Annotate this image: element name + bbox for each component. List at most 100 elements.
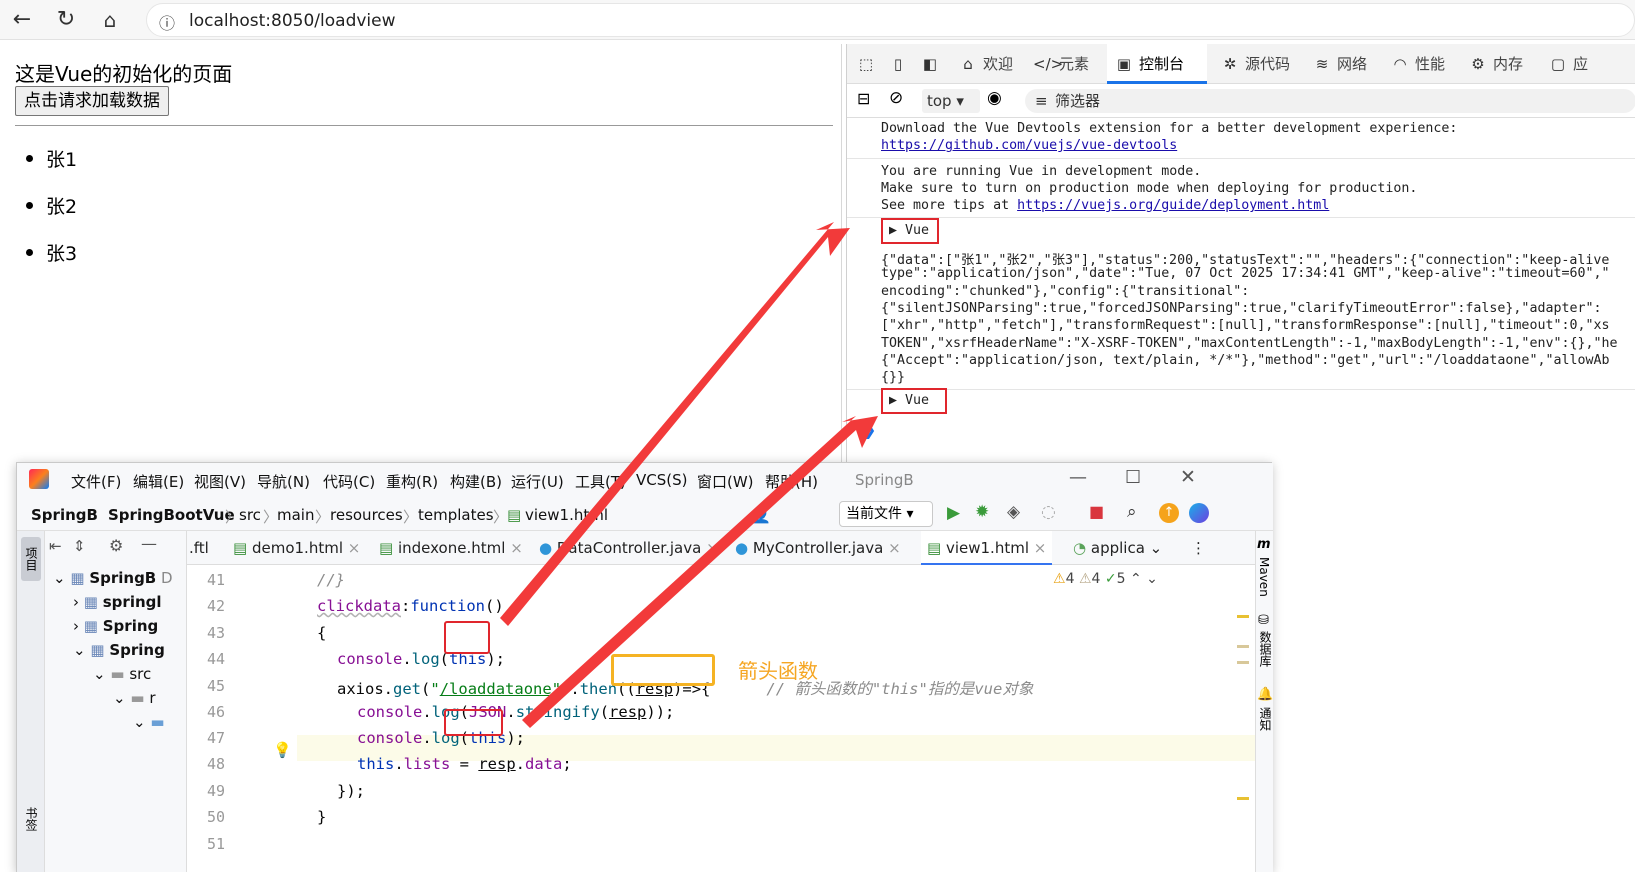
code-editor[interactable]: //} clickdata:function() { console.log(t… <box>297 565 1255 872</box>
eye-icon[interactable]: ◉ <box>987 88 1002 108</box>
tree-item[interactable]: ⌄ ▬ <box>133 713 165 731</box>
sidebar-icon[interactable]: ⊟ <box>857 89 870 108</box>
clear-icon[interactable]: ⊘ <box>889 88 903 108</box>
editor-tab[interactable]: ◔ applica ⌄ <box>1073 539 1162 557</box>
menu-code[interactable]: 代码(C) <box>323 471 375 492</box>
menu-view[interactable]: 视图(V) <box>194 471 246 492</box>
tab-application[interactable]: ▢ 应 <box>1547 44 1588 84</box>
chevron-down-icon[interactable]: ⌄ <box>1150 539 1163 557</box>
tree-item[interactable]: ⌄ ▬ r <box>113 689 155 707</box>
menu-run[interactable]: 运行(U) <box>511 471 564 492</box>
console-link[interactable]: https://vuejs.org/guide/deployment.html <box>1017 198 1329 213</box>
console-object-vue[interactable]: ▶ Vue <box>881 388 947 414</box>
account-icon[interactable]: 👤 <box>751 505 771 524</box>
home-icon[interactable]: ⌂ <box>96 6 124 34</box>
close-tab-icon[interactable]: × <box>1034 539 1047 557</box>
menu-build[interactable]: 构建(B) <box>450 471 502 492</box>
inspect-icon[interactable]: ⬚ <box>855 44 881 84</box>
editor-tab[interactable]: ▤ demo1.html × <box>233 539 360 557</box>
console-object-vue[interactable]: ▶ Vue <box>881 218 939 244</box>
menu-edit[interactable]: 编辑(E) <box>133 471 184 492</box>
console-prompt-icon[interactable]: ❯ <box>863 420 876 439</box>
editor-tab-active[interactable]: ▤ view1.html × <box>921 531 1053 565</box>
editor-tab[interactable]: ● DataController.java × <box>539 539 719 557</box>
tree-item[interactable]: ⌄ ▦ SpringB D <box>53 569 173 587</box>
lightbulb-icon[interactable]: 💡 <box>273 741 292 759</box>
breadcrumb-item[interactable]: templates <box>418 506 494 524</box>
close-tab-icon[interactable]: × <box>510 539 523 557</box>
close-tab-icon[interactable]: × <box>706 539 719 557</box>
menu-window[interactable]: 窗口(W) <box>697 471 754 492</box>
maven-tool-button[interactable]: Maven <box>1257 557 1271 597</box>
line-number: 45 <box>206 677 225 695</box>
collapse-all-icon[interactable]: ⇤ <box>49 537 62 555</box>
tab-performance[interactable]: ◠ 性能 <box>1389 44 1445 84</box>
tree-item[interactable]: › ▦ springl <box>73 593 162 611</box>
profile-icon[interactable]: ◌ <box>1041 502 1056 522</box>
run-icon[interactable]: ▶ <box>947 503 960 523</box>
breadcrumb-item[interactable]: resources <box>330 506 403 524</box>
sidebar-toggle-icon[interactable]: ◧ <box>919 44 945 84</box>
code-line: } <box>317 808 327 826</box>
menu-navigate[interactable]: 导航(N) <box>257 471 310 492</box>
console-link[interactable]: https://github.com/vuejs/vue-devtools <box>881 138 1177 153</box>
context-select[interactable]: top ▾ <box>922 89 980 113</box>
notifications-tool-button[interactable]: 通知 <box>1257 707 1274 731</box>
address-bar[interactable]: ⓘ localhost:8050/loadview <box>146 3 1635 37</box>
editor-tab[interactable]: ▤ indexone.html × <box>379 539 523 557</box>
menu-vcs[interactable]: VCS(S) <box>636 471 687 489</box>
stop-icon[interactable]: ■ <box>1089 502 1104 521</box>
hide-icon[interactable]: — <box>141 534 157 553</box>
maven-icon[interactable]: m <box>1257 537 1271 552</box>
minimize-icon[interactable]: — <box>1069 467 1087 488</box>
breadcrumb-item[interactable]: view1.html <box>525 506 608 524</box>
bell-icon[interactable]: 🔔 <box>1257 687 1273 702</box>
tree-item[interactable]: › ▦ Spring <box>73 617 158 635</box>
breadcrumb-item[interactable]: SpringBootVue <box>108 506 235 524</box>
editor-tab[interactable]: .ftl <box>189 539 209 557</box>
url-text[interactable]: localhost:8050/loadview <box>189 11 396 31</box>
update-icon[interactable]: ↑ <box>1159 503 1179 523</box>
tab-welcome[interactable]: ⌂ 欢迎 <box>957 44 1013 84</box>
info-icon[interactable]: ⓘ <box>159 10 175 34</box>
inspection-widget[interactable]: ⚠4 ⚠4 ✓5 ⌃ ⌄ <box>1053 571 1158 587</box>
menu-refactor[interactable]: 重构(R) <box>386 471 438 492</box>
close-tab-icon[interactable]: × <box>888 539 901 557</box>
close-icon[interactable]: ✕ <box>1180 466 1196 488</box>
back-arrow-icon[interactable]: ← <box>8 6 36 34</box>
assistant-icon[interactable] <box>1189 503 1209 523</box>
breadcrumb: SpringB SpringBootVue 〉 src 〉 main 〉 res… <box>17 497 1273 531</box>
load-data-button[interactable]: 点击请求加载数据 <box>15 86 169 116</box>
breadcrumb-item[interactable]: src <box>239 506 261 524</box>
search-icon[interactable]: ⌕ <box>1127 502 1137 522</box>
coverage-icon[interactable]: ◈ <box>1007 502 1020 522</box>
tab-console[interactable]: ▣ 控制台 <box>1107 44 1207 84</box>
more-icon[interactable]: ⋮ <box>1191 539 1206 557</box>
editor-tab[interactable]: ● MyController.java × <box>735 539 901 557</box>
menu-tools[interactable]: 工具(T) <box>575 471 626 492</box>
console-separator <box>847 217 1635 218</box>
database-icon[interactable]: ⛁ <box>1258 613 1269 628</box>
filter-input[interactable]: ≡ 筛选器 <box>1025 89 1635 113</box>
menu-help[interactable]: 帮助(H) <box>765 471 818 492</box>
debug-icon[interactable]: ✹ <box>975 502 989 522</box>
project-tool-button[interactable]: 项目 <box>21 537 41 581</box>
gear-icon[interactable]: ⚙ <box>109 536 123 555</box>
expand-icon[interactable]: ⇕ <box>73 537 86 555</box>
breadcrumb-item[interactable]: main <box>277 506 314 524</box>
tab-sources[interactable]: ✲ 源代码 <box>1219 44 1290 84</box>
reload-icon[interactable]: ↻ <box>52 6 80 34</box>
device-toggle-icon[interactable]: ▯ <box>887 44 913 84</box>
bookmarks-tool-button[interactable]: 书签 <box>21 799 41 839</box>
close-tab-icon[interactable]: × <box>348 539 361 557</box>
maximize-icon[interactable]: ☐ <box>1125 467 1141 488</box>
menu-file[interactable]: 文件(F) <box>71 471 121 492</box>
tree-item[interactable]: ⌄ ▬ src <box>93 665 151 683</box>
database-tool-button[interactable]: 数据库 <box>1257 631 1274 667</box>
tree-item[interactable]: ⌄ ▦ Spring <box>73 641 165 659</box>
breadcrumb-item[interactable]: SpringB <box>31 506 98 524</box>
tab-elements[interactable]: </>元素 <box>1033 44 1089 84</box>
tab-network[interactable]: ≋ 网络 <box>1311 44 1367 84</box>
tab-memory[interactable]: ⚙ 内存 <box>1467 44 1523 84</box>
run-config-select[interactable]: 当前文件 ▾ <box>839 501 933 527</box>
